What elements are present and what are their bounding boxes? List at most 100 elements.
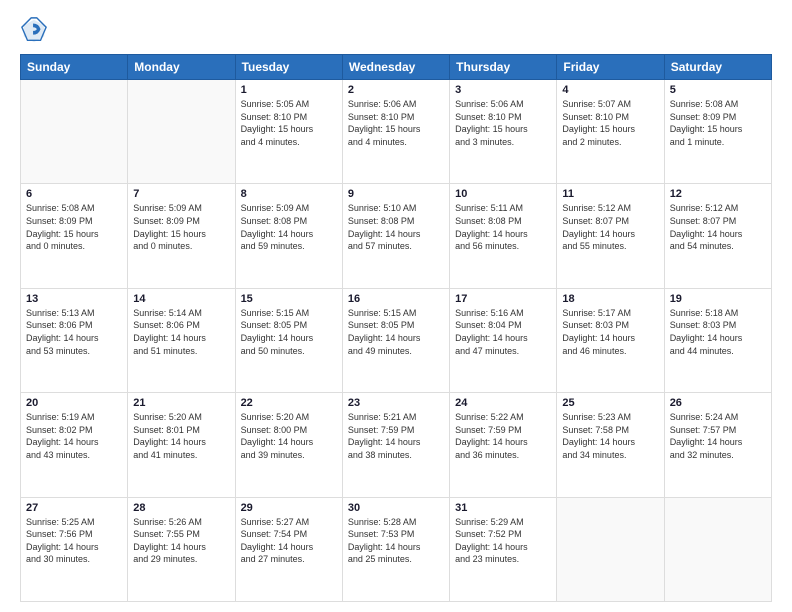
- calendar-cell: 16 Sunrise: 5:15 AM Sunset: 8:05 PM Dayli…: [342, 288, 449, 392]
- calendar-cell: 31Sunrise: 5:29 AM Sunset: 7:52 PM Dayli…: [450, 497, 557, 601]
- calendar-cell: 11 Sunrise: 5:12 AM Sunset: 8:07 PM Dayli…: [557, 184, 664, 288]
- day-detail: Sunrise: 5:25 AM Sunset: 7:56 PM Dayligh…: [26, 516, 122, 566]
- day-number: 18: [562, 293, 658, 305]
- calendar-cell: 21 Sunrise: 5:20 AM Sunset: 8:01 PM Dayli…: [128, 393, 235, 497]
- day-detail: Sunrise: 5:10 AM Sunset: 8:08 PM Dayligh…: [348, 202, 444, 252]
- day-number: 7: [133, 188, 229, 200]
- calendar-cell: 28Sunrise: 5:26 AM Sunset: 7:55 PM Dayli…: [128, 497, 235, 601]
- day-detail: Sunrise: 5:08 AM Sunset: 8:09 PM Dayligh…: [670, 98, 766, 148]
- calendar-cell: 24 Sunrise: 5:22 AM Sunset: 7:59 PM Dayli…: [450, 393, 557, 497]
- day-detail: Sunrise: 5:17 AM Sunset: 8:03 PM Dayligh…: [562, 307, 658, 357]
- day-number: 22: [241, 397, 337, 409]
- day-detail: Sunrise: 5:19 AM Sunset: 8:02 PM Dayligh…: [26, 411, 122, 461]
- calendar-cell: 14Sunrise: 5:14 AM Sunset: 8:06 PM Dayli…: [128, 288, 235, 392]
- day-detail: Sunrise: 5:21 AM Sunset: 7:59 PM Dayligh…: [348, 411, 444, 461]
- day-number: 5: [670, 84, 766, 96]
- day-number: 6: [26, 188, 122, 200]
- day-number: 27: [26, 502, 122, 514]
- weekday-header-thursday: Thursday: [450, 55, 557, 80]
- day-detail: Sunrise: 5:12 AM Sunset: 8:07 PM Dayligh…: [670, 202, 766, 252]
- day-number: 1: [241, 84, 337, 96]
- header: [20, 16, 772, 44]
- day-detail: Sunrise: 5:27 AM Sunset: 7:54 PM Dayligh…: [241, 516, 337, 566]
- weekday-header-row: SundayMondayTuesdayWednesdayThursdayFrid…: [21, 55, 772, 80]
- calendar-cell: 8Sunrise: 5:09 AM Sunset: 8:08 PM Daylig…: [235, 184, 342, 288]
- day-number: 8: [241, 188, 337, 200]
- day-detail: Sunrise: 5:24 AM Sunset: 7:57 PM Dayligh…: [670, 411, 766, 461]
- calendar-cell: [664, 497, 771, 601]
- calendar-table: SundayMondayTuesdayWednesdayThursdayFrid…: [20, 54, 772, 602]
- day-number: 25: [562, 397, 658, 409]
- day-detail: Sunrise: 5:23 AM Sunset: 7:58 PM Dayligh…: [562, 411, 658, 461]
- day-detail: Sunrise: 5:08 AM Sunset: 8:09 PM Dayligh…: [26, 202, 122, 252]
- day-detail: Sunrise: 5:16 AM Sunset: 8:04 PM Dayligh…: [455, 307, 551, 357]
- calendar-cell: 5 Sunrise: 5:08 AM Sunset: 8:09 PM Daylig…: [664, 80, 771, 184]
- calendar-cell: 2Sunrise: 5:06 AM Sunset: 8:10 PM Daylig…: [342, 80, 449, 184]
- calendar-cell: 15 Sunrise: 5:15 AM Sunset: 8:05 PM Dayli…: [235, 288, 342, 392]
- calendar-cell: [128, 80, 235, 184]
- day-number: 15: [241, 293, 337, 305]
- day-number: 30: [348, 502, 444, 514]
- day-number: 3: [455, 84, 551, 96]
- page: SundayMondayTuesdayWednesdayThursdayFrid…: [0, 0, 792, 612]
- calendar-cell: 20Sunrise: 5:19 AM Sunset: 8:02 PM Dayli…: [21, 393, 128, 497]
- logo-icon: [20, 16, 48, 44]
- day-detail: Sunrise: 5:05 AM Sunset: 8:10 PM Dayligh…: [241, 98, 337, 148]
- calendar-cell: 19Sunrise: 5:18 AM Sunset: 8:03 PM Dayli…: [664, 288, 771, 392]
- day-number: 14: [133, 293, 229, 305]
- logo: [20, 16, 52, 44]
- calendar-cell: 6 Sunrise: 5:08 AM Sunset: 8:09 PM Daylig…: [21, 184, 128, 288]
- calendar-cell: 12Sunrise: 5:12 AM Sunset: 8:07 PM Dayli…: [664, 184, 771, 288]
- calendar-week-row: 6 Sunrise: 5:08 AM Sunset: 8:09 PM Daylig…: [21, 184, 772, 288]
- day-detail: Sunrise: 5:11 AM Sunset: 8:08 PM Dayligh…: [455, 202, 551, 252]
- weekday-header-wednesday: Wednesday: [342, 55, 449, 80]
- calendar-cell: 3Sunrise: 5:06 AM Sunset: 8:10 PM Daylig…: [450, 80, 557, 184]
- day-number: 26: [670, 397, 766, 409]
- day-detail: Sunrise: 5:15 AM Sunset: 8:05 PM Dayligh…: [241, 307, 337, 357]
- calendar-cell: 18 Sunrise: 5:17 AM Sunset: 8:03 PM Dayli…: [557, 288, 664, 392]
- day-number: 23: [348, 397, 444, 409]
- day-detail: Sunrise: 5:13 AM Sunset: 8:06 PM Dayligh…: [26, 307, 122, 357]
- calendar-cell: 7Sunrise: 5:09 AM Sunset: 8:09 PM Daylig…: [128, 184, 235, 288]
- day-number: 17: [455, 293, 551, 305]
- calendar-cell: 1 Sunrise: 5:05 AM Sunset: 8:10 PM Daylig…: [235, 80, 342, 184]
- day-number: 16: [348, 293, 444, 305]
- calendar-cell: [21, 80, 128, 184]
- day-number: 19: [670, 293, 766, 305]
- day-number: 21: [133, 397, 229, 409]
- calendar-cell: 9 Sunrise: 5:10 AM Sunset: 8:08 PM Daylig…: [342, 184, 449, 288]
- calendar-cell: 13 Sunrise: 5:13 AM Sunset: 8:06 PM Dayli…: [21, 288, 128, 392]
- day-number: 2: [348, 84, 444, 96]
- calendar-week-row: 1 Sunrise: 5:05 AM Sunset: 8:10 PM Daylig…: [21, 80, 772, 184]
- day-number: 31: [455, 502, 551, 514]
- day-detail: Sunrise: 5:12 AM Sunset: 8:07 PM Dayligh…: [562, 202, 658, 252]
- day-number: 4: [562, 84, 658, 96]
- calendar-week-row: 20Sunrise: 5:19 AM Sunset: 8:02 PM Dayli…: [21, 393, 772, 497]
- calendar-week-row: 27 Sunrise: 5:25 AM Sunset: 7:56 PM Dayli…: [21, 497, 772, 601]
- weekday-header-tuesday: Tuesday: [235, 55, 342, 80]
- day-number: 9: [348, 188, 444, 200]
- day-detail: Sunrise: 5:20 AM Sunset: 8:01 PM Dayligh…: [133, 411, 229, 461]
- day-number: 13: [26, 293, 122, 305]
- calendar-week-row: 13 Sunrise: 5:13 AM Sunset: 8:06 PM Dayli…: [21, 288, 772, 392]
- day-detail: Sunrise: 5:15 AM Sunset: 8:05 PM Dayligh…: [348, 307, 444, 357]
- day-number: 24: [455, 397, 551, 409]
- calendar-cell: 23 Sunrise: 5:21 AM Sunset: 7:59 PM Dayli…: [342, 393, 449, 497]
- day-number: 11: [562, 188, 658, 200]
- weekday-header-monday: Monday: [128, 55, 235, 80]
- calendar-cell: 27 Sunrise: 5:25 AM Sunset: 7:56 PM Dayli…: [21, 497, 128, 601]
- day-number: 29: [241, 502, 337, 514]
- calendar-cell: 30 Sunrise: 5:28 AM Sunset: 7:53 PM Dayli…: [342, 497, 449, 601]
- calendar-cell: 26 Sunrise: 5:24 AM Sunset: 7:57 PM Dayli…: [664, 393, 771, 497]
- calendar-cell: 22 Sunrise: 5:20 AM Sunset: 8:00 PM Dayli…: [235, 393, 342, 497]
- day-detail: Sunrise: 5:20 AM Sunset: 8:00 PM Dayligh…: [241, 411, 337, 461]
- day-number: 10: [455, 188, 551, 200]
- calendar-cell: 4Sunrise: 5:07 AM Sunset: 8:10 PM Daylig…: [557, 80, 664, 184]
- day-detail: Sunrise: 5:28 AM Sunset: 7:53 PM Dayligh…: [348, 516, 444, 566]
- weekday-header-sunday: Sunday: [21, 55, 128, 80]
- day-detail: Sunrise: 5:22 AM Sunset: 7:59 PM Dayligh…: [455, 411, 551, 461]
- calendar-cell: 10 Sunrise: 5:11 AM Sunset: 8:08 PM Dayli…: [450, 184, 557, 288]
- weekday-header-friday: Friday: [557, 55, 664, 80]
- calendar-cell: 29 Sunrise: 5:27 AM Sunset: 7:54 PM Dayli…: [235, 497, 342, 601]
- weekday-header-saturday: Saturday: [664, 55, 771, 80]
